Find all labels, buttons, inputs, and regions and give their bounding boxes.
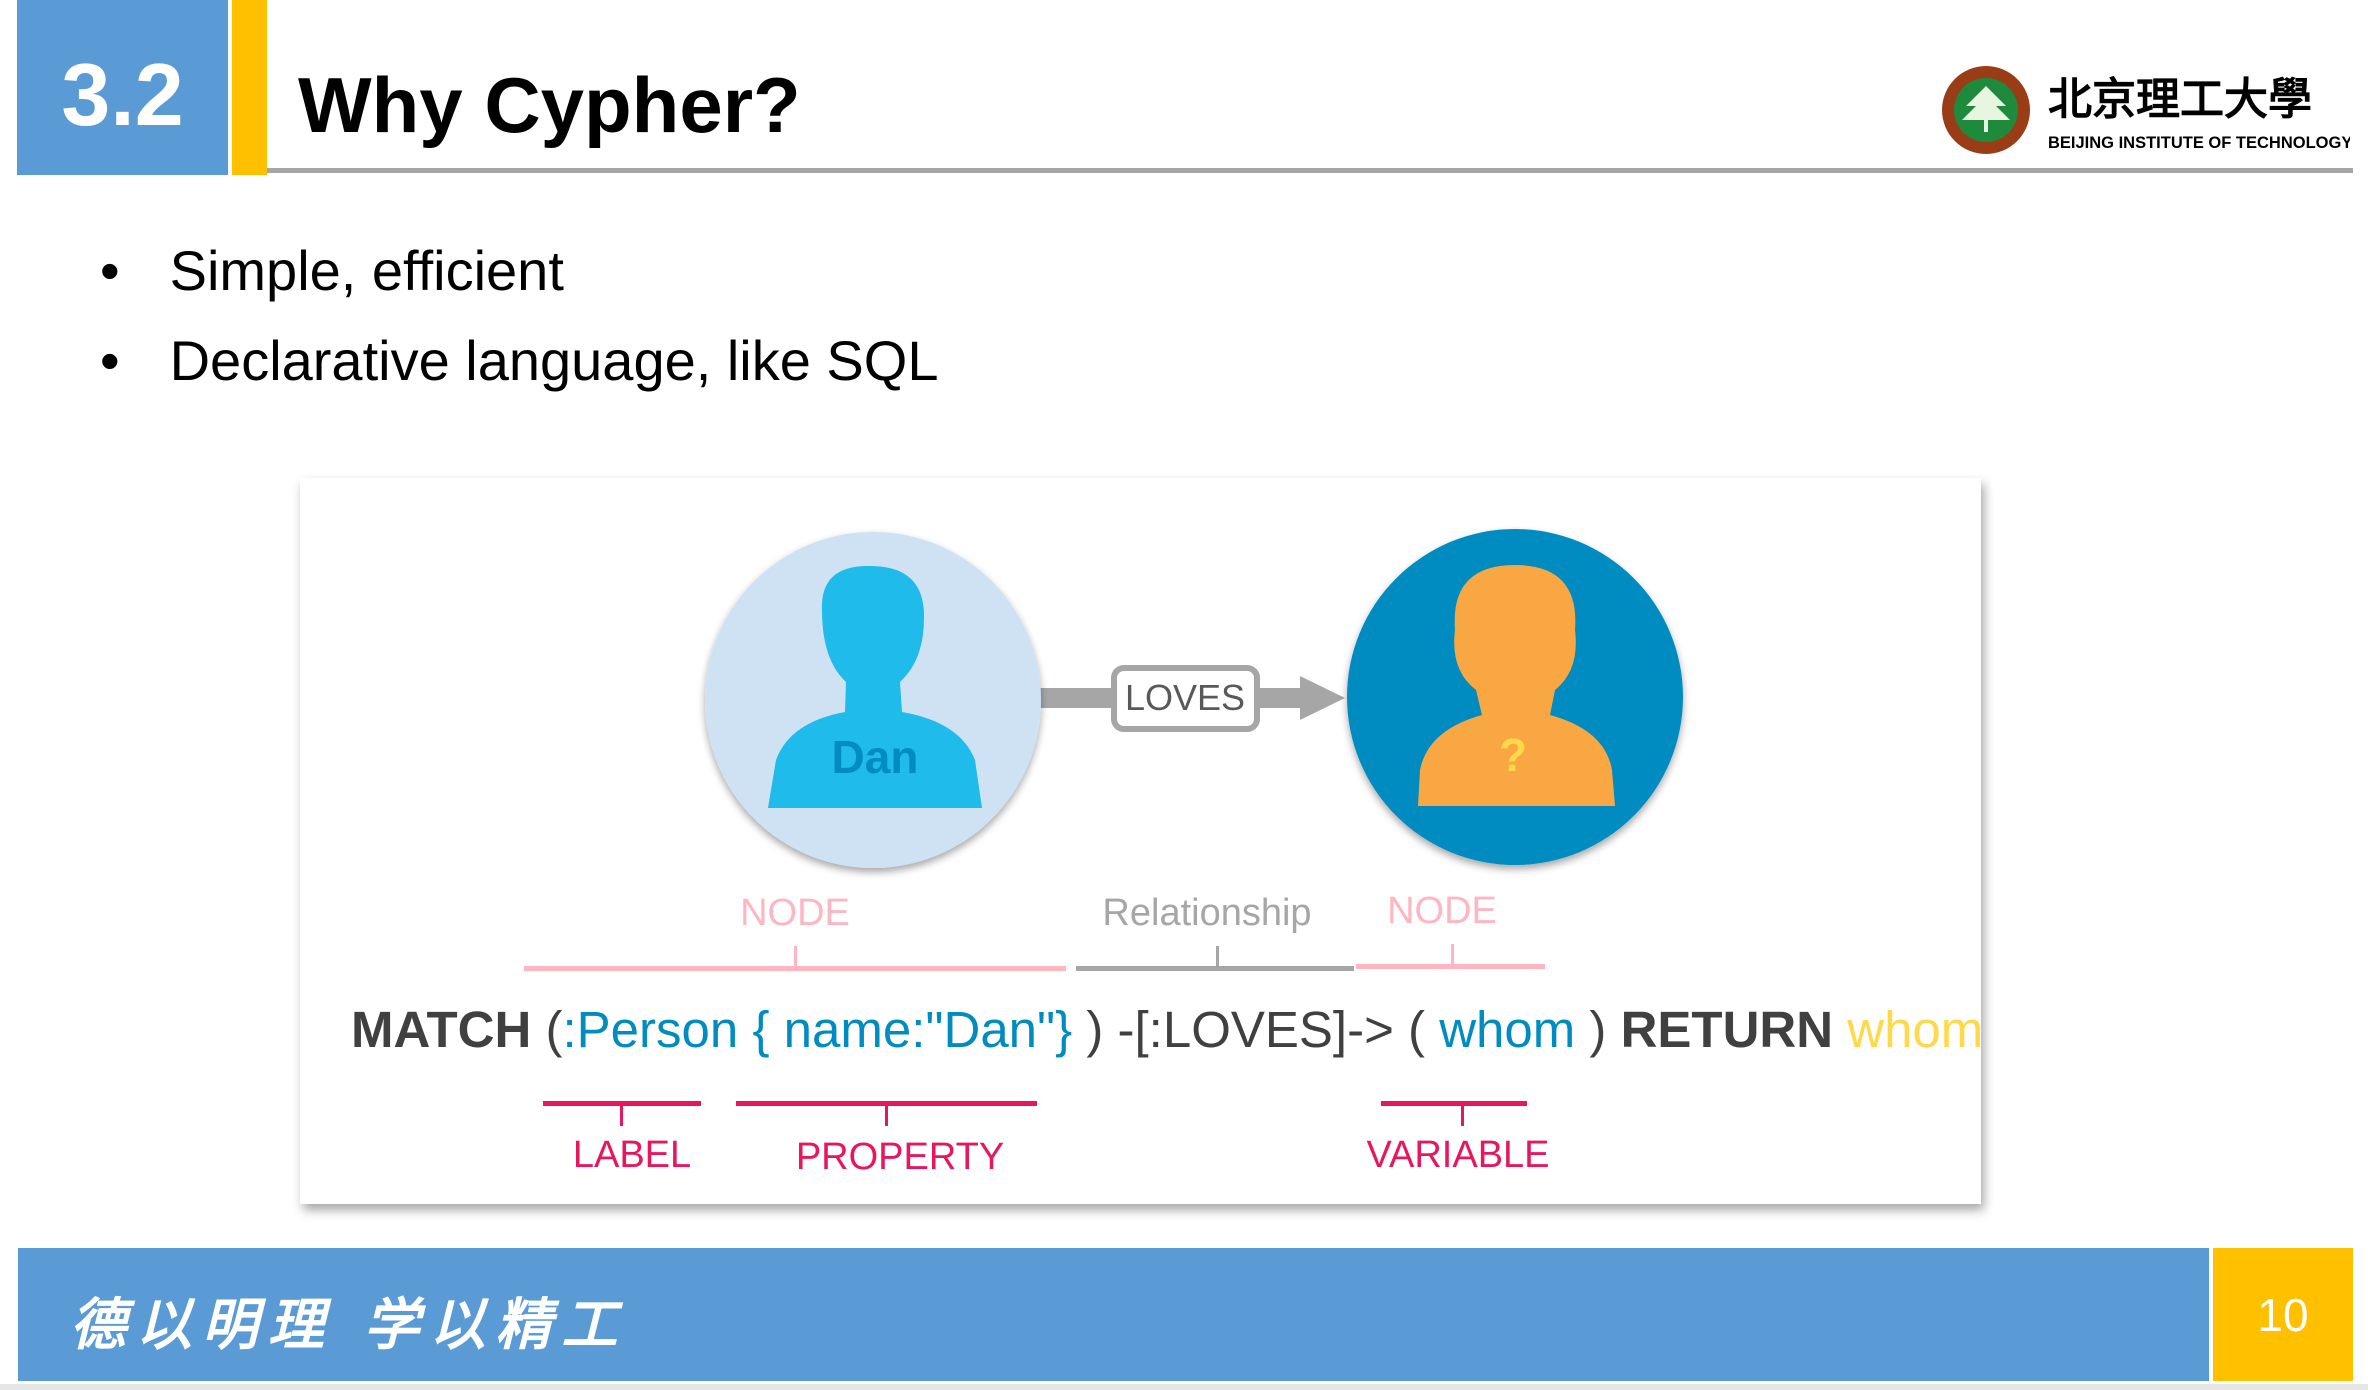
relationship-label: LOVES xyxy=(1124,677,1246,718)
page-number: 10 xyxy=(2213,1248,2353,1381)
node1-label: Dan xyxy=(831,731,919,783)
relationship-label-top: Relationship xyxy=(1102,892,1312,934)
node-label-top: NODE xyxy=(1387,890,1497,932)
label-annotation: LABEL xyxy=(572,1134,692,1176)
property-annotation: PROPERTY xyxy=(795,1136,1005,1178)
top-brackets xyxy=(524,944,1545,971)
cypher-query: MATCH (:Person { name:"Dan"} ) -[:LOVES]… xyxy=(351,1001,1984,1058)
node-dan xyxy=(705,532,1041,868)
variable-annotation: VARIABLE xyxy=(1366,1134,1550,1176)
university-motto: 德以明理 学以精工 xyxy=(70,1292,628,1358)
node-unknown xyxy=(1347,529,1683,865)
node2-label: ? xyxy=(1498,729,1528,781)
bottom-brackets xyxy=(543,1101,1527,1126)
bottom-strip xyxy=(0,1384,2368,1390)
node-label-top: NODE xyxy=(740,892,850,934)
